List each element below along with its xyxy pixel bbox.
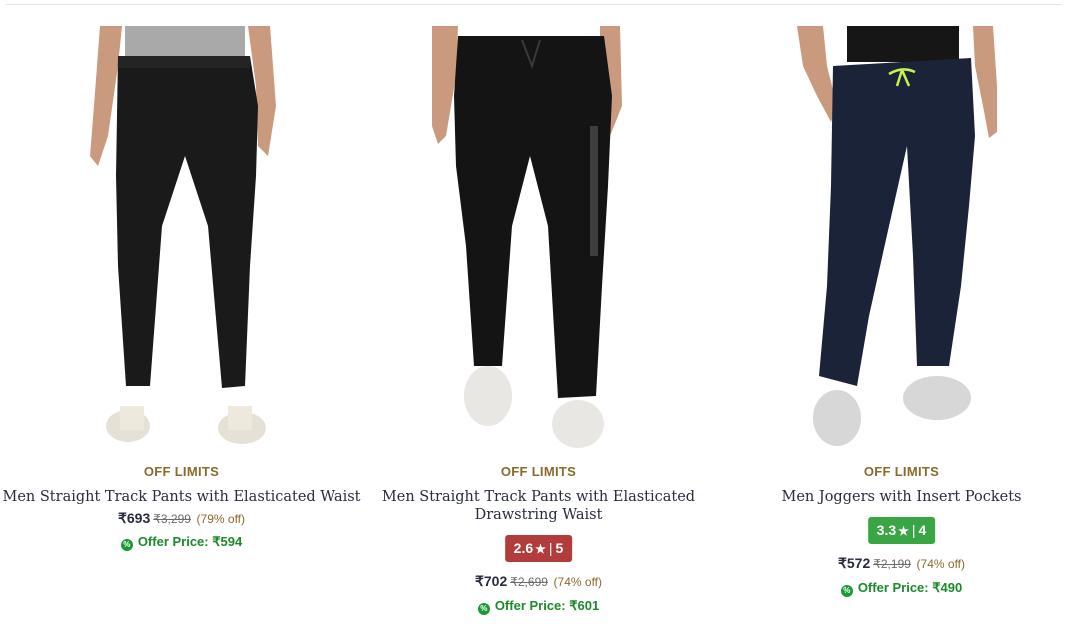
discount-percent: (74% off): [553, 575, 603, 589]
discount-percent: (79% off): [196, 512, 246, 526]
rating-score: 2.6: [513, 540, 534, 556]
percent-badge-icon: %: [840, 585, 853, 597]
product-title[interactable]: Men Straight Track Pants with Elasticate…: [357, 488, 720, 524]
product-image[interactable]: [80, 26, 280, 456]
product-title[interactable]: Men Straight Track Pants with Elasticate…: [0, 488, 363, 506]
rating-badge[interactable]: 3.3 ★ | 4: [867, 517, 936, 544]
offer-price: % Offer Price: ₹594: [0, 534, 363, 551]
offer-price-text: Offer Price: ₹490: [857, 580, 963, 595]
product-brand: OFF LIMITS: [863, 464, 940, 479]
product-title-line: Men Straight Track Pants with Elasticate…: [381, 489, 696, 505]
product-image[interactable]: [430, 26, 630, 456]
product-title-line: Men Joggers with Insert Pockets: [781, 489, 1022, 505]
rating-separator: |: [548, 540, 553, 556]
product-title[interactable]: Men Joggers with Insert Pockets: [720, 488, 1068, 506]
discount-percent: (74% off): [916, 557, 966, 571]
selling-price: ₹702: [474, 573, 508, 589]
offer-price-text: Offer Price: ₹601: [494, 598, 600, 613]
selling-price: ₹572: [837, 555, 871, 571]
rating-score: 3.3: [876, 522, 897, 538]
product-brand: OFF LIMITS: [143, 464, 220, 479]
star-icon: ★: [535, 542, 546, 556]
product-card[interactable]: OFF LIMITS Men Straight Track Pants with…: [0, 0, 363, 640]
rating-count: 4: [918, 522, 927, 538]
percent-badge-icon: %: [477, 603, 490, 615]
rating-badge[interactable]: 2.6 ★ | 5: [504, 535, 573, 562]
product-card[interactable]: OFF LIMITS Men Joggers with Insert Pocke…: [720, 0, 1068, 640]
offer-price-text: Offer Price: ₹594: [137, 534, 243, 549]
offer-price: % Offer Price: ₹601: [357, 598, 720, 615]
price-row: ₹572 ₹2,199 (74% off): [720, 555, 1068, 572]
product-title-line: Men Straight Track Pants with Elasticate…: [2, 489, 361, 505]
product-brand: OFF LIMITS: [500, 464, 577, 479]
price-row: ₹693 ₹3,299 (79% off): [0, 510, 363, 527]
original-price: ₹3,299: [153, 512, 191, 526]
selling-price: ₹693: [117, 510, 151, 526]
percent-badge-icon: %: [120, 539, 133, 551]
rating-count: 5: [555, 540, 564, 556]
star-icon: ★: [898, 524, 909, 538]
rating-separator: |: [911, 522, 916, 538]
product-card[interactable]: OFF LIMITS Men Straight Track Pants with…: [357, 0, 720, 640]
original-price: ₹2,699: [510, 575, 548, 589]
price-row: ₹702 ₹2,699 (74% off): [357, 573, 720, 590]
offer-price: % Offer Price: ₹490: [720, 580, 1068, 597]
product-title-line: Drawstring Waist: [474, 507, 603, 523]
product-image[interactable]: [797, 26, 997, 456]
original-price: ₹2,199: [873, 557, 911, 571]
